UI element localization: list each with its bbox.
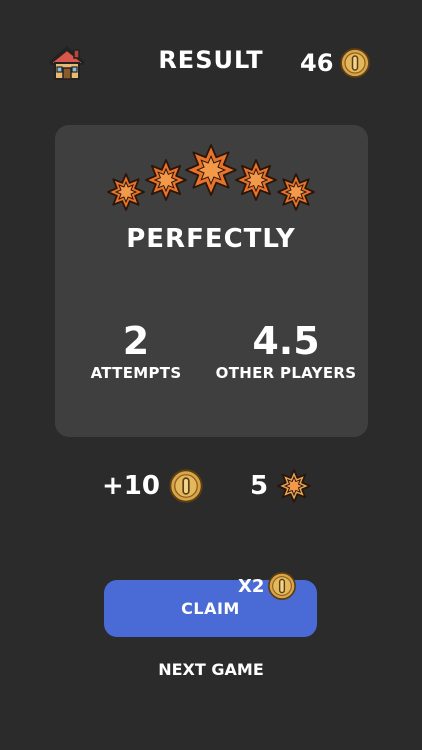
coin-balance: 46 [300,46,371,80]
star-reward: 5 [250,466,312,506]
claim-label: CLAIM [181,599,240,618]
rating-text: PERFECTLY [126,224,296,254]
star-icon [185,144,237,196]
attempts-stat: 2 ATTEMPTS [66,320,206,382]
coin-icon [169,469,203,503]
claim-multiplier: X2 [238,570,297,602]
other-players-label: OTHER PLAYERS [215,364,357,382]
other-players-stat: 4.5 OTHER PLAYERS [215,320,357,382]
attempts-value: 2 [122,319,150,363]
coin-icon [268,572,297,600]
star-icon [107,173,145,211]
coin-reward: +10 [102,466,204,506]
other-players-value: 4.5 [252,319,320,363]
coin-reward-value: +10 [102,471,160,501]
star-icon [277,469,311,503]
star-icon [277,469,311,503]
star-icon [277,173,315,211]
attempts-label: ATTEMPTS [90,364,182,382]
stars-rating [107,144,315,211]
next-game-button[interactable]: NEXT GAME [0,660,422,679]
star-icon [235,159,277,201]
coin-icon [340,48,371,78]
multiplier-value: X2 [238,575,265,597]
coin-balance-value: 46 [300,49,334,77]
star-reward-value: 5 [250,471,269,501]
star-icon [145,159,187,201]
